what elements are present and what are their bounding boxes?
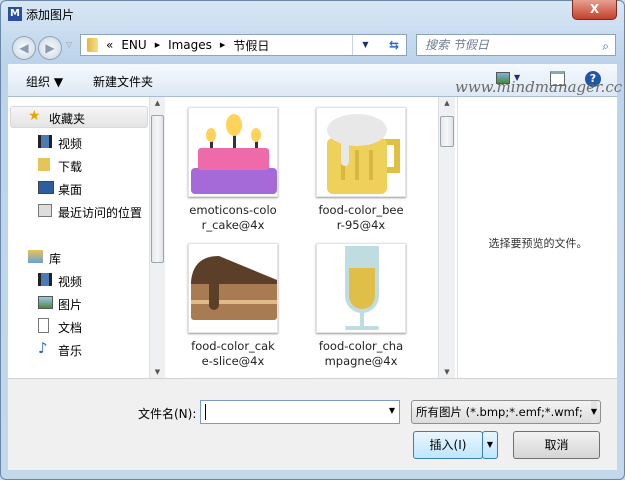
sidebar-item-pictures[interactable]: 图片 [0, 293, 148, 313]
sidebar-label: 库 [49, 252, 62, 266]
cake-slice-icon [191, 256, 277, 320]
filetype-select[interactable]: 所有图片 (*.bmp;*.emf;*.wmf; ▼ [411, 400, 601, 424]
sidebar-item-recent[interactable]: 最近访问的位置 [0, 201, 148, 221]
file-name[interactable]: food-color_cak e-slice@4x [178, 339, 288, 369]
sidebar-item-desktop[interactable]: 桌面 [0, 178, 148, 198]
sidebar-label: 桌面 [58, 183, 83, 197]
video-icon [38, 135, 52, 148]
file-thumbnail-beer[interactable] [316, 107, 406, 197]
folder-icon [87, 38, 98, 52]
back-button[interactable]: ◀ [12, 36, 36, 60]
breadcrumb-overflow[interactable]: « [106, 38, 113, 52]
recent-icon [38, 204, 52, 217]
watermark: www.mindmanager.cc [455, 78, 623, 96]
sidebar-scrollbar[interactable]: ▲ ▼ [149, 97, 165, 378]
sidebar-label: 视频 [58, 137, 83, 151]
window-title: 添加图片 [26, 8, 75, 22]
sidebar-item-downloads[interactable]: 下载 [0, 155, 148, 175]
breadcrumb-enu[interactable]: ENU [121, 38, 146, 52]
scrollbar-thumb[interactable] [151, 115, 164, 263]
insert-dropdown[interactable]: ▼ [482, 431, 498, 459]
file-name[interactable]: food-color_cha mpagne@4x [306, 339, 416, 369]
desktop-icon [38, 181, 54, 194]
insert-button[interactable]: 插入(I) [413, 431, 483, 459]
folder-icon [38, 158, 50, 171]
sidebar-label: 音乐 [58, 344, 83, 358]
filename-input[interactable]: ▼ [200, 400, 400, 424]
file-list: emoticons-colo r_cake@4x food-color_bee r-… [166, 97, 438, 378]
new-folder-button[interactable]: 新建文件夹 [93, 73, 153, 90]
video-icon [38, 273, 52, 286]
file-thumbnail-cake[interactable] [188, 107, 278, 197]
sidebar-item-videos[interactable]: 视频 [0, 132, 148, 152]
navigation-pane: 视频 下载 桌面 最近访问的位置 库 视频 图片 文档 ♪ 音乐 [0, 97, 150, 378]
file-name[interactable]: emoticons-colo r_cake@4x [178, 203, 288, 233]
champagne-icon [345, 246, 379, 330]
file-thumbnail-cake-slice[interactable] [188, 243, 278, 333]
search-input[interactable]: 搜索 节假日 ⌕ [416, 34, 616, 56]
chevron-down-icon[interactable]: ▼ [389, 406, 395, 415]
cancel-button[interactable]: 取消 [513, 431, 600, 459]
sidebar-label: 文档 [58, 321, 83, 335]
sidebar-item-music[interactable]: ♪ 音乐 [0, 339, 148, 359]
preview-pane: 选择要预览的文件。 [457, 97, 617, 378]
sidebar-label: 视频 [58, 275, 83, 289]
beer-icon [327, 114, 400, 194]
recent-pages-dropdown[interactable]: ▽ [66, 40, 72, 49]
music-icon: ♪ [38, 339, 48, 357]
address-bar[interactable]: « ENU ▶ Images ▶ 节假日 ▼ [80, 34, 407, 56]
address-dropdown[interactable]: ▼ [352, 35, 378, 55]
picture-icon [38, 296, 53, 309]
chevron-right-icon[interactable]: ▶ [220, 41, 225, 49]
refresh-button[interactable]: ⇆ [381, 34, 407, 56]
library-icon [28, 250, 43, 263]
organize-button[interactable]: 组织 ▼ [26, 73, 63, 90]
cake-icon [191, 114, 277, 194]
sidebar-item-libraries[interactable]: 库 [0, 247, 148, 267]
file-thumbnail-champagne[interactable] [316, 243, 406, 333]
chevron-down-icon: ▼ [590, 401, 597, 423]
search-icon: ⌕ [602, 39, 609, 53]
sidebar-item-documents[interactable]: 文档 [0, 316, 148, 336]
breadcrumb-images[interactable]: Images [168, 38, 212, 52]
forward-button[interactable]: ▶ [38, 36, 62, 60]
app-icon: M [8, 7, 22, 21]
file-name[interactable]: food-color_bee r-95@4x [306, 203, 416, 233]
preview-message: 选择要预览的文件。 [488, 237, 588, 250]
sidebar-label: 最近访问的位置 [58, 206, 143, 220]
scrollbar-thumb[interactable] [440, 116, 454, 147]
document-icon [38, 318, 49, 333]
sidebar-item-lib-videos[interactable]: 视频 [0, 270, 148, 290]
breadcrumb-holiday[interactable]: 节假日 [233, 37, 269, 54]
sidebar-label: 图片 [58, 298, 83, 312]
filename-label: 文件名(N): [138, 407, 197, 421]
file-list-scrollbar[interactable]: ▲ ▼ [438, 97, 455, 378]
chevron-right-icon[interactable]: ▶ [155, 41, 160, 49]
close-button[interactable]: X [572, 0, 617, 20]
sidebar-label: 下载 [58, 160, 83, 174]
